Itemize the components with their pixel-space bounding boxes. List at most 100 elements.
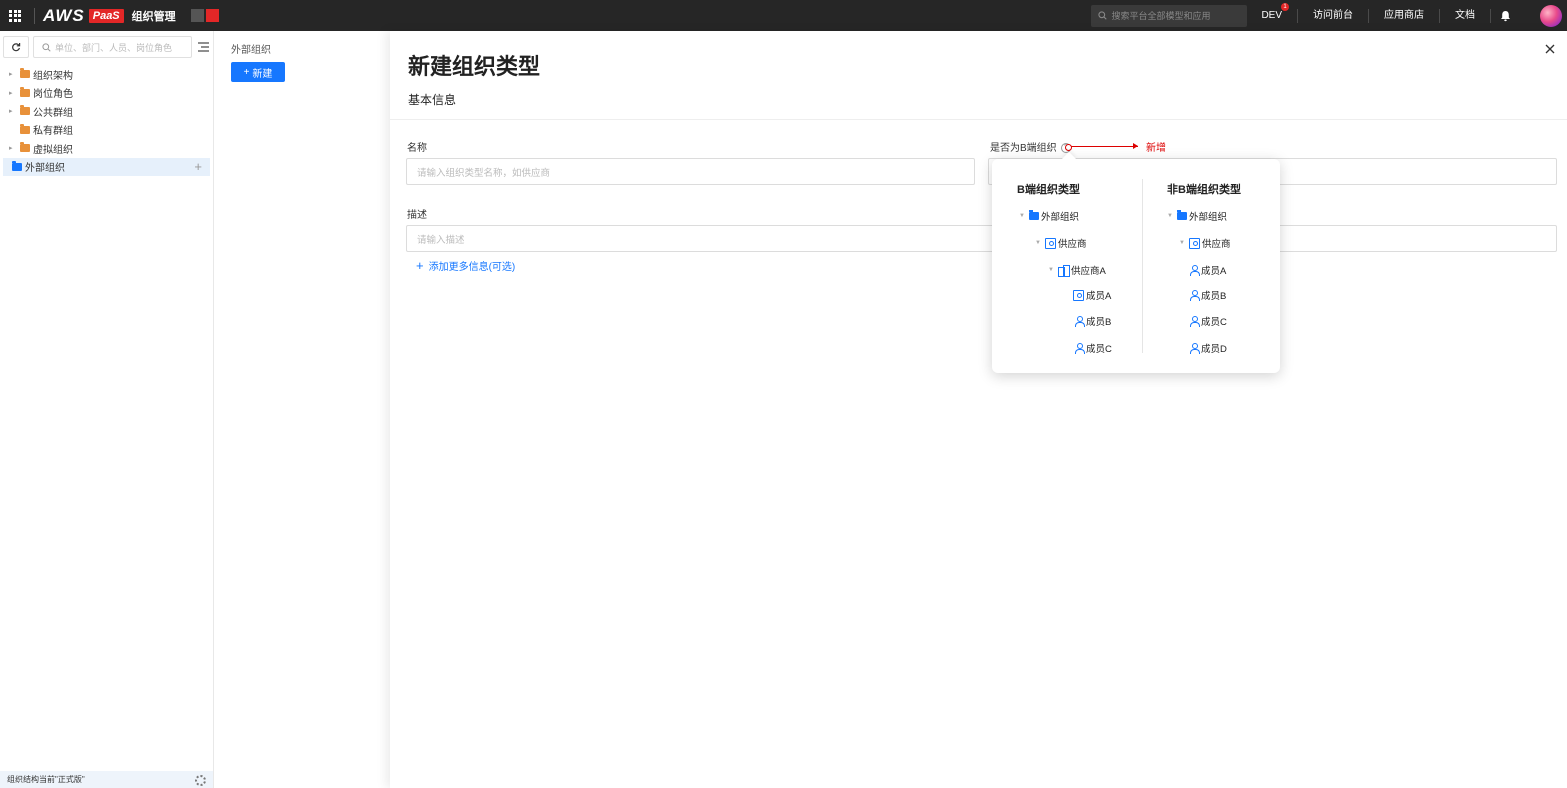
b-org-label-text: 是否为B端组织 — [990, 143, 1057, 154]
list-panel: 外部组织 + 新建 — [214, 31, 390, 788]
folder-icon — [1028, 210, 1039, 220]
close-icon[interactable] — [1543, 42, 1557, 56]
sidebar-item-external-org[interactable]: 外部组织 + — [3, 157, 210, 176]
caret-right-icon[interactable]: ▸ — [9, 144, 17, 152]
description-input[interactable]: 请输入描述 — [406, 225, 1557, 252]
topbar-divider — [34, 7, 35, 24]
caret-right-icon[interactable]: ▸ — [9, 107, 17, 115]
description-label: 描述 — [407, 210, 427, 221]
node-label: 供应商A — [1070, 266, 1106, 277]
app-grid-icon[interactable] — [0, 0, 30, 31]
tree-node-member: 成员C — [1190, 314, 1227, 328]
tree-node-supplier-a: ▼ 供应商A — [1048, 263, 1106, 277]
visit-frontend-link[interactable]: 访问前台 — [1297, 8, 1368, 23]
org-type-icon — [1188, 237, 1200, 249]
caret-down-icon: ▼ — [1035, 240, 1041, 246]
tree-node-member: 成员B — [1075, 314, 1111, 328]
add-icon[interactable]: + — [194, 159, 202, 174]
node-label: 外部组织 — [1040, 212, 1079, 223]
user-icon — [1075, 343, 1085, 354]
folder-icon — [1176, 210, 1187, 220]
tree-node-member: 成员D — [1190, 341, 1227, 355]
docs-link[interactable]: 文档 — [1439, 8, 1490, 23]
app-title: 组织管理 — [131, 10, 176, 23]
section-title: 基本信息 — [408, 93, 457, 107]
node-label: 外部组织 — [1188, 212, 1227, 223]
add-more-info-link[interactable]: + 添加更多信息(可选) — [416, 258, 515, 273]
name-label: 名称 — [407, 143, 427, 154]
user-icon — [1190, 316, 1200, 327]
sidebar-item-public-groups[interactable]: ▸ 公共群组 — [0, 102, 213, 121]
dev-label: DEV — [1261, 9, 1282, 21]
node-label: 成员B — [1086, 317, 1112, 328]
caret-right-icon[interactable]: ▸ — [9, 89, 17, 97]
arrow-icon — [1065, 143, 1138, 151]
node-label: 成员B — [1201, 291, 1227, 302]
gear-icon[interactable] — [195, 775, 206, 786]
member-card-icon — [1073, 289, 1084, 301]
sidebar-item-virtual-org[interactable]: ▸ 虚拟组织 — [0, 139, 213, 158]
user-icon — [1075, 316, 1085, 327]
panel-title: 外部组织 — [231, 45, 271, 56]
b-org-label: 是否为B端组织? — [990, 139, 1071, 154]
aws-paas-logo[interactable]: AWS PaaS — [43, 6, 124, 26]
name-input[interactable]: 请输入组织类型名称，如供应商 — [406, 158, 975, 185]
annotation-text: 新增 — [1146, 143, 1166, 154]
swatch-gray[interactable] — [190, 9, 204, 22]
b-org-help-popover: B端组织类型 ▼ 外部组织 ▼ 供应商 ▼ 供应商A 成员A 成员B 成员C 非… — [992, 159, 1280, 373]
sidebar-item-label: 公共群组 — [33, 107, 73, 119]
node-label: 成员A — [1086, 291, 1112, 302]
node-label: 供应商 — [1057, 239, 1087, 250]
org-sidebar: 单位、部门、人员、岗位角色 ▸ 组织架构 ▸ 岗位角色 ▸ 公共群组 私有群组 … — [0, 31, 214, 788]
folder-icon — [20, 86, 30, 97]
tree-node-member: 成员B — [1190, 288, 1226, 302]
folder-icon — [20, 142, 30, 153]
sidebar-item-label: 私有群组 — [33, 126, 73, 138]
sidebar-item-org-structure[interactable]: ▸ 组织架构 — [0, 65, 213, 84]
name-placeholder: 请输入组织类型名称，如供应商 — [417, 167, 551, 179]
new-button-label: 新建 — [252, 68, 273, 80]
popover-divider — [1142, 179, 1143, 353]
sidebar-search-input[interactable]: 单位、部门、人员、岗位角色 — [33, 36, 192, 58]
plus-icon: + — [416, 258, 424, 273]
caret-down-icon: ▼ — [1048, 267, 1054, 273]
sidebar-item-position-roles[interactable]: ▸ 岗位角色 — [0, 84, 213, 103]
search-icon — [1098, 11, 1108, 20]
notification-bell-icon[interactable] — [1490, 8, 1520, 23]
new-button[interactable]: + 新建 — [231, 62, 285, 82]
description-placeholder: 请输入描述 — [417, 234, 465, 246]
tree-node-external-org: ▼ 外部组织 — [1019, 209, 1079, 223]
caret-right-icon[interactable]: ▸ — [9, 70, 17, 78]
global-search-input[interactable]: 搜索平台全部模型和应用 — [1091, 4, 1248, 27]
tree-menu-button[interactable] — [196, 36, 210, 58]
refresh-button[interactable] — [3, 36, 29, 58]
top-bar: AWS PaaS 组织管理 搜索平台全部模型和应用 DEV 1 访问前台 应用商… — [0, 0, 1567, 31]
sidebar-item-label: 组织架构 — [33, 70, 73, 82]
node-label: 供应商 — [1201, 239, 1231, 250]
org-tree: ▸ 组织架构 ▸ 岗位角色 ▸ 公共群组 私有群组 ▸ 虚拟组织 外部组织 + — [0, 65, 213, 176]
swatch-red[interactable] — [205, 9, 219, 22]
user-icon — [1190, 343, 1200, 354]
theme-swatches — [190, 9, 219, 22]
dev-env-button[interactable]: DEV 1 — [1261, 2, 1297, 23]
dev-notification-badge: 1 — [1281, 2, 1289, 11]
tree-node-member: 成员A — [1190, 263, 1226, 277]
app-store-link[interactable]: 应用商店 — [1368, 8, 1439, 23]
company-icon — [1057, 264, 1070, 277]
node-label: 成员C — [1201, 317, 1227, 328]
node-label: 成员A — [1201, 266, 1227, 277]
user-icon — [1190, 290, 1200, 301]
org-type-icon — [1044, 237, 1056, 249]
bell-icon — [1501, 10, 1510, 21]
logo-paas-text: PaaS — [88, 8, 124, 23]
section-divider — [390, 119, 1567, 120]
user-avatar[interactable] — [1540, 4, 1562, 27]
node-label: 成员C — [1086, 344, 1112, 355]
sidebar-item-private-groups[interactable]: 私有群组 — [0, 121, 213, 140]
b-org-type-title: B端组织类型 — [1017, 184, 1080, 196]
annotation-arrow: 新增 — [1065, 139, 1166, 154]
user-icon — [1190, 265, 1200, 276]
folder-icon — [20, 68, 30, 79]
tree-node-member: 成员A — [1073, 288, 1111, 302]
tree-node-member: 成员C — [1075, 341, 1112, 355]
